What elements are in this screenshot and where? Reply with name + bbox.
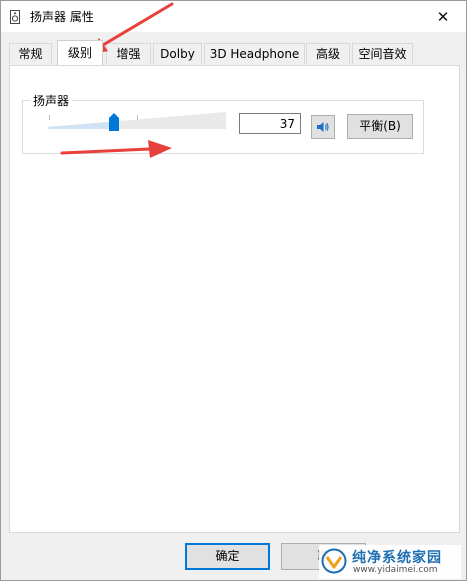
watermark-logo-icon: [321, 548, 347, 574]
ok-button[interactable]: 确定: [185, 543, 270, 570]
group-label: 扬声器: [30, 92, 73, 109]
tab-3d-headphone[interactable]: 3D Headphone: [204, 43, 305, 64]
balance-button[interactable]: 平衡(B): [347, 114, 413, 139]
close-icon: ✕: [436, 7, 450, 26]
tab-advanced[interactable]: 高级: [306, 43, 350, 64]
annotation-arrow-slider: [60, 140, 172, 158]
site-watermark: 纯净系统家园 www.yidaimei.com: [319, 545, 461, 579]
close-button[interactable]: ✕: [420, 1, 466, 32]
tab-content-panel: 扬声器 37 平衡(B): [9, 65, 460, 533]
tab-levels[interactable]: 级别: [57, 40, 103, 65]
slider-tick: [49, 115, 50, 120]
mute-button[interactable]: [311, 115, 335, 139]
slider-tick: [137, 115, 138, 120]
properties-window: 扬声器 属性 ✕ 常规 级别 增强 Dolby 3D Headphone 高级 …: [0, 0, 467, 581]
tab-spatial-sound[interactable]: 空间音效: [352, 43, 413, 64]
speaker-icon: [317, 122, 329, 132]
watermark-title: 纯净系统家园: [352, 550, 442, 566]
volume-slider[interactable]: [48, 111, 228, 133]
tab-general[interactable]: 常规: [9, 43, 52, 64]
watermark-url: www.yidaimei.com: [353, 565, 438, 575]
volume-value-field[interactable]: 37: [239, 113, 301, 134]
slider-thumb[interactable]: [109, 113, 119, 131]
speaker-app-icon: [10, 10, 20, 24]
